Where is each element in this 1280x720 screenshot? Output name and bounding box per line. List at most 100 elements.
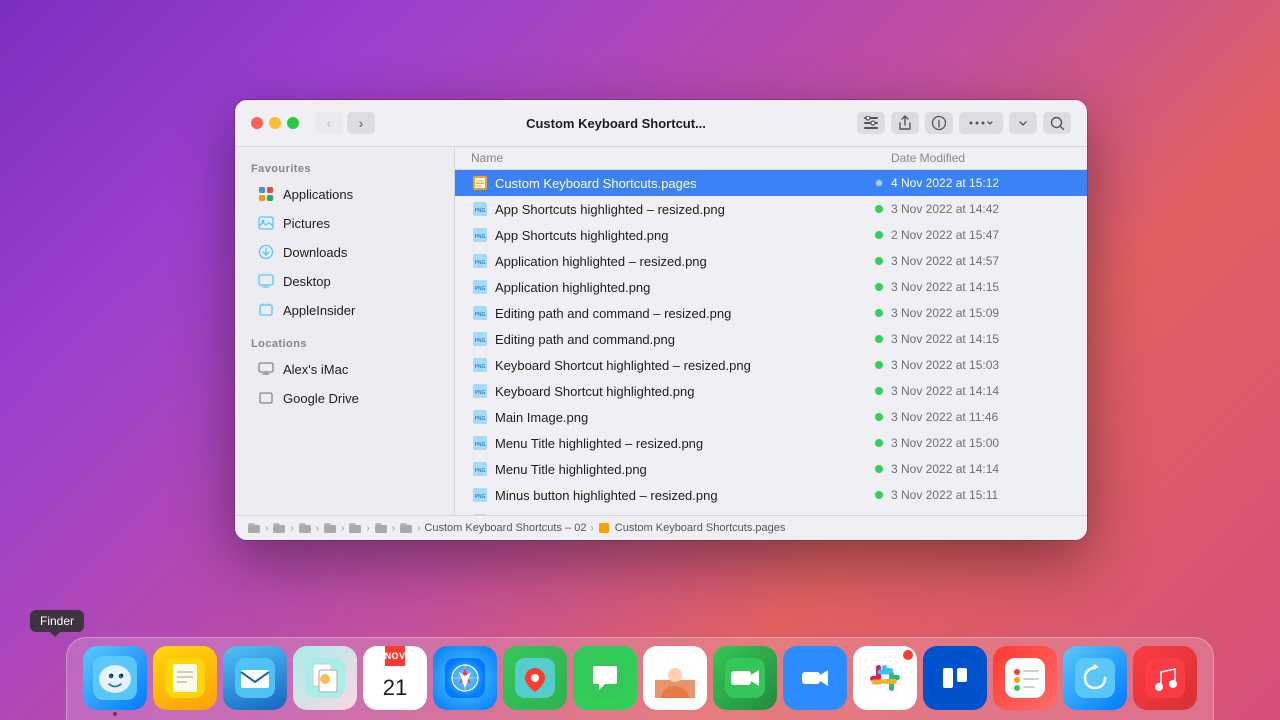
svg-text:PNG: PNG	[475, 260, 486, 266]
view-options-button[interactable]	[857, 112, 885, 134]
file-status-dot	[875, 465, 883, 473]
breadcrumb-item[interactable]	[247, 522, 261, 534]
breadcrumb-item[interactable]	[374, 522, 388, 534]
file-row[interactable]: PNGEditing path and command.png3 Nov 202…	[455, 326, 1087, 352]
info-button[interactable]	[925, 112, 953, 134]
googledrive-icon	[257, 389, 275, 407]
sidebar-item-imac[interactable]: Alex's iMac	[241, 355, 448, 383]
breadcrumb-separator: ›	[417, 523, 420, 534]
share-button[interactable]	[891, 112, 919, 134]
file-icon	[471, 174, 489, 192]
breadcrumb-item[interactable]	[323, 522, 337, 534]
file-row[interactable]: PNGMenu Title highlighted.png3 Nov 2022 …	[455, 456, 1087, 482]
sidebar-item-downloads[interactable]: Downloads	[241, 238, 448, 266]
file-status-dot	[875, 283, 883, 291]
breadcrumb-separator: ›	[366, 523, 369, 534]
dock: NOV 21	[66, 637, 1214, 720]
dock-item-contacts[interactable]	[643, 646, 707, 716]
file-status-dot	[875, 205, 883, 213]
file-status-dot	[875, 257, 883, 265]
file-row[interactable]: PNGApp Shortcuts highlighted – resized.p…	[455, 196, 1087, 222]
file-icon: PNG	[471, 460, 489, 478]
file-date: 4 Nov 2022 at 15:12	[891, 176, 1071, 190]
breadcrumb-item[interactable]	[272, 522, 286, 534]
title-bar: ‹ › Custom Keyboard Shortcut...	[235, 100, 1087, 147]
dock-item-reminders[interactable]	[993, 646, 1057, 716]
sidebar-item-pictures[interactable]: Pictures	[241, 209, 448, 237]
file-row[interactable]: PNGMinus button highlighted.png3 Nov 202…	[455, 508, 1087, 515]
sidebar-item-pictures-label: Pictures	[283, 216, 330, 231]
facetime-icon	[713, 646, 777, 710]
dock-item-zoom[interactable]	[783, 646, 847, 716]
file-date: 3 Nov 2022 at 15:00	[891, 436, 1071, 450]
file-row[interactable]: PNGApplication highlighted.png3 Nov 2022…	[455, 274, 1087, 300]
sidebar-item-appleinsider[interactable]: AppleInsider	[241, 296, 448, 324]
dock-item-music[interactable]	[1133, 646, 1197, 716]
dock-item-calendar[interactable]: NOV 21	[363, 646, 427, 716]
breadcrumb-item[interactable]: Custom Keyboard Shortcuts – 02	[424, 522, 586, 534]
sidebar-item-googledrive[interactable]: Google Drive	[241, 384, 448, 412]
dock-item-safari[interactable]	[433, 646, 497, 716]
mail-icon	[223, 646, 287, 710]
file-icon: PNG	[471, 330, 489, 348]
sidebar-item-desktop[interactable]: Desktop	[241, 267, 448, 295]
dock-item-maps[interactable]	[503, 646, 567, 716]
file-icon: PNG	[471, 486, 489, 504]
breadcrumb-item[interactable]	[348, 522, 362, 534]
applications-icon	[257, 185, 275, 203]
file-row[interactable]: PNGMinus button highlighted – resized.pn…	[455, 482, 1087, 508]
maps-icon	[503, 646, 567, 710]
notes-icon	[153, 646, 217, 710]
dropdown-button[interactable]	[1009, 112, 1037, 134]
file-row[interactable]: PNGEditing path and command – resized.pn…	[455, 300, 1087, 326]
minimize-button[interactable]	[269, 117, 281, 129]
file-status-dot	[875, 439, 883, 447]
safari-icon	[433, 646, 497, 710]
window-title: Custom Keyboard Shortcut...	[383, 116, 849, 131]
fullscreen-button[interactable]	[287, 117, 299, 129]
file-row[interactable]: PNGApplication highlighted – resized.png…	[455, 248, 1087, 274]
dock-item-slack[interactable]	[853, 646, 917, 716]
file-name: Main Image.png	[495, 410, 875, 425]
more-options-button[interactable]	[959, 112, 1003, 134]
finder-icon	[83, 646, 147, 710]
column-name-header: Name	[471, 151, 891, 165]
file-row[interactable]: PNG Main Image.png 3 Nov 2022 at 11:46	[455, 404, 1087, 430]
dock-item-facetime[interactable]	[713, 646, 777, 716]
close-button[interactable]	[251, 117, 263, 129]
file-date: 2 Nov 2022 at 15:47	[891, 228, 1071, 242]
file-status-dot	[875, 413, 883, 421]
file-icon: PNG	[471, 226, 489, 244]
svg-text:PNG: PNG	[475, 208, 486, 214]
preview-icon	[293, 646, 357, 710]
file-date: 3 Nov 2022 at 11:46	[891, 410, 1071, 424]
file-row[interactable]: PNGMenu Title highlighted – resized.png3…	[455, 430, 1087, 456]
dock-item-notes[interactable]	[153, 646, 217, 716]
backtrack-icon	[1063, 646, 1127, 710]
breadcrumb-item[interactable]	[399, 522, 413, 534]
forward-button[interactable]: ›	[347, 112, 375, 134]
dock-item-mail[interactable]	[223, 646, 287, 716]
sidebar-item-applications[interactable]: Applications	[241, 180, 448, 208]
breadcrumb-separator: ›	[341, 523, 344, 534]
file-row[interactable]: PNGApp Shortcuts highlighted.png2 Nov 20…	[455, 222, 1087, 248]
breadcrumb-separator: ›	[290, 523, 293, 534]
reminders-icon	[993, 646, 1057, 710]
toolbar-right	[857, 112, 1071, 134]
search-button[interactable]	[1043, 112, 1071, 134]
breadcrumb-item[interactable]	[298, 522, 312, 534]
back-button[interactable]: ‹	[315, 112, 343, 134]
dock-item-trello[interactable]	[923, 646, 987, 716]
dock-item-finder[interactable]	[83, 646, 147, 716]
file-row[interactable]: PNGKeyboard Shortcut highlighted – resiz…	[455, 352, 1087, 378]
file-icon: PNG	[471, 408, 489, 426]
file-date: 3 Nov 2022 at 15:03	[891, 358, 1071, 372]
file-row[interactable]: PNGKeyboard Shortcut highlighted.png3 No…	[455, 378, 1087, 404]
sidebar-item-desktop-label: Desktop	[283, 274, 331, 289]
dock-item-preview[interactable]	[293, 646, 357, 716]
dock-item-messages[interactable]	[573, 646, 637, 716]
contacts-icon	[643, 646, 707, 710]
file-icon: PNG	[471, 252, 489, 270]
file-row[interactable]: Custom Keyboard Shortcuts.pages4 Nov 202…	[455, 170, 1087, 196]
dock-item-backtrack[interactable]	[1063, 646, 1127, 716]
